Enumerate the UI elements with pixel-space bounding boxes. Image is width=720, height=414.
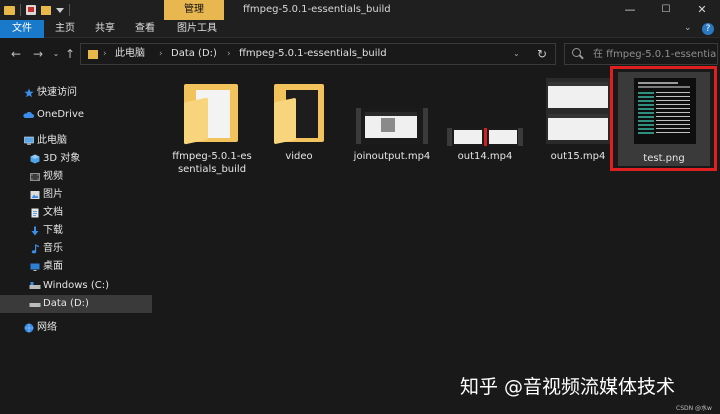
window-title: ffmpeg-5.0.1-essentials_build	[243, 4, 391, 15]
minimize-button[interactable]: —	[612, 0, 648, 20]
file-item-test-png[interactable]: test.png	[618, 72, 710, 182]
sidebar-item-label: 音乐	[43, 243, 63, 254]
sidebar-item-label: 快速访问	[37, 87, 77, 98]
sidebar-item-desktop[interactable]: 桌面	[0, 258, 152, 276]
file-name: out14.mp4	[457, 151, 513, 162]
sidebar-item-downloads[interactable]: 下载	[0, 222, 152, 240]
tab-share[interactable]: 共享	[88, 20, 122, 38]
toolbar-divider	[69, 4, 70, 16]
sidebar-item-music[interactable]: 音乐	[0, 240, 152, 258]
sidebar-item-windows-c[interactable]: Windows (C:)	[0, 277, 152, 295]
help-icon[interactable]: ?	[702, 23, 714, 35]
file-item-video-folder[interactable]: video	[253, 70, 345, 180]
folder-icon[interactable]	[4, 5, 15, 15]
sidebar-item-onedrive[interactable]: OneDrive	[0, 106, 152, 124]
folder-icon	[88, 50, 98, 59]
file-item-ffmpeg-folder[interactable]: ffmpeg-5.0.1-essentials_build	[166, 70, 258, 180]
title-bar: 管理 ffmpeg-5.0.1-essentials_build — ☐ ✕	[0, 0, 720, 20]
quick-access-toolbar	[4, 4, 70, 16]
file-name: joinoutput.mp4	[353, 151, 431, 162]
search-input[interactable]	[593, 44, 717, 64]
tab-home[interactable]: 主页	[48, 20, 82, 38]
chevron-down-icon[interactable]: ⌄	[684, 23, 694, 33]
sidebar-item-label: 3D 对象	[43, 153, 81, 164]
csdn-watermark: CSDN @水w	[676, 405, 712, 412]
image-thumbnail	[634, 78, 696, 144]
sidebar-item-quick-access[interactable]: 快速访问	[0, 84, 152, 102]
picture-icon	[30, 191, 40, 199]
breadcrumb-chevron-icon[interactable]: ›	[227, 44, 231, 64]
file-name: test.png	[643, 153, 685, 164]
music-icon	[31, 244, 39, 254]
forward-arrow-icon[interactable]: →	[30, 46, 46, 62]
up-arrow-icon[interactable]: ↑	[62, 46, 78, 62]
file-list: ffmpeg-5.0.1-essentials_build video join…	[152, 66, 720, 414]
new-folder-icon[interactable]	[41, 5, 51, 15]
drive-icon	[29, 303, 41, 307]
tab-picture-tools[interactable]: 图片工具	[168, 20, 226, 38]
download-icon	[31, 226, 39, 236]
sidebar-item-label: 下载	[43, 225, 63, 236]
cloud-icon	[23, 111, 34, 118]
properties-icon[interactable]	[26, 5, 36, 15]
file-item-out14[interactable]: out14.mp4	[439, 70, 531, 180]
sidebar-item-label: 桌面	[43, 261, 63, 272]
search-box[interactable]	[564, 43, 718, 65]
back-arrow-icon[interactable]: ←	[8, 46, 24, 62]
sidebar-item-label: 此电脑	[37, 135, 67, 146]
breadcrumb-chevron-icon[interactable]: ›	[103, 44, 107, 64]
sidebar-item-label: 图片	[43, 189, 63, 200]
folder-front	[274, 97, 296, 145]
sidebar-item-label: Data (D:)	[43, 298, 89, 309]
folder-front	[184, 97, 208, 145]
manage-tab[interactable]: 管理	[164, 0, 224, 20]
sidebar-item-data-d[interactable]: Data (D:)	[0, 295, 152, 313]
desktop-icon	[30, 263, 40, 271]
breadcrumb-current-folder[interactable]: ffmpeg-5.0.1-essentials_build	[239, 44, 387, 64]
sidebar-item-documents[interactable]: 文档	[0, 204, 152, 222]
video-icon	[30, 173, 40, 181]
sidebar-item-this-pc[interactable]: 此电脑	[0, 132, 152, 150]
sidebar-item-3d-objects[interactable]: 3D 对象	[0, 150, 152, 168]
customize-toolbar-icon[interactable]	[56, 7, 64, 13]
document-icon	[31, 208, 39, 218]
watermark: 知乎 @音视频流媒体技术	[460, 376, 676, 398]
video-thumbnail	[546, 78, 610, 144]
cube-icon	[30, 154, 40, 164]
address-dropdown-icon[interactable]: ⌄	[513, 44, 520, 64]
drive-icon	[29, 282, 41, 289]
maximize-button[interactable]: ☐	[648, 0, 684, 20]
sidebar-item-label: 文档	[43, 207, 63, 218]
address-bar[interactable]: › 此电脑 › Data (D:) › ffmpeg-5.0.1-essenti…	[80, 43, 556, 65]
navigation-pane: 快速访问 OneDrive 此电脑 3D 对象 视频 图片 文档 下载 音乐 桌…	[0, 70, 152, 414]
computer-icon	[24, 136, 34, 145]
toolbar-divider	[20, 4, 21, 16]
file-item-joinoutput[interactable]: joinoutput.mp4	[346, 70, 438, 180]
refresh-icon[interactable]: ↻	[537, 44, 547, 64]
sidebar-item-videos[interactable]: 视频	[0, 168, 152, 186]
breadcrumb-chevron-icon[interactable]: ›	[159, 44, 163, 64]
sidebar-item-label: 网络	[37, 322, 57, 333]
sidebar-item-label: Windows (C:)	[43, 280, 109, 291]
file-name: ffmpeg-5.0.1-essentials_build	[172, 151, 252, 175]
breadcrumb-this-pc[interactable]: 此电脑	[115, 44, 145, 64]
video-thumbnail	[356, 108, 428, 144]
network-icon	[24, 323, 34, 333]
tab-file[interactable]: 文件	[0, 20, 44, 38]
ribbon-tabs: 文件 主页 共享 查看 图片工具 ⌄ ?	[0, 20, 720, 38]
sidebar-item-pictures[interactable]: 图片	[0, 186, 152, 204]
star-icon	[24, 88, 34, 98]
sidebar-item-label: 视频	[43, 171, 63, 182]
sidebar-item-label: OneDrive	[37, 109, 85, 120]
sidebar-item-network[interactable]: 网络	[0, 319, 152, 337]
video-thumbnail	[447, 128, 523, 146]
search-icon	[572, 48, 581, 57]
tab-view[interactable]: 查看	[128, 20, 162, 38]
close-button[interactable]: ✕	[684, 0, 720, 20]
breadcrumb-data-d[interactable]: Data (D:)	[171, 44, 217, 64]
file-name: video	[285, 151, 313, 162]
